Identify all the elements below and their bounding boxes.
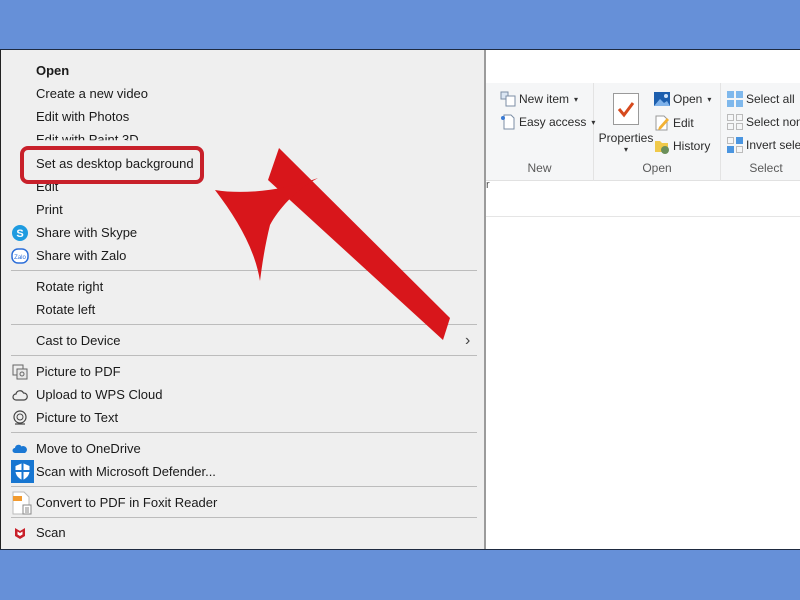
new-item-icon <box>500 91 516 107</box>
screenshot-frame: r New item ▾ Easy access ▾ New Propertie… <box>0 49 800 550</box>
submenu-chevron-right-icon: › <box>465 331 471 349</box>
menu-item-scan[interactable]: Scan <box>1 521 477 544</box>
context-menu: Open Create a new video Edit with Photos… <box>0 50 486 549</box>
edit-label: Edit <box>673 116 694 130</box>
annotation-highlight-box <box>20 146 204 184</box>
new-item-label: New item <box>519 92 570 106</box>
open-label: Open <box>673 92 703 106</box>
menu-item-label: Edit with Photos <box>36 109 130 124</box>
menu-item-cast-to-device[interactable]: Cast to Device › <box>1 329 477 352</box>
open-image-icon <box>654 91 670 107</box>
menu-item-share-with-skype[interactable]: S Share with Skype <box>1 221 477 244</box>
new-item-button[interactable]: New item ▾ <box>500 91 578 107</box>
group-label-new: New <box>527 161 552 175</box>
invert-selection-icon <box>727 137 743 153</box>
history-label: History <box>673 139 711 153</box>
menu-item-print[interactable]: Print <box>1 198 477 221</box>
defender-shield-icon <box>10 460 34 484</box>
ribbon-home-tab: r New item ▾ Easy access ▾ New Propertie… <box>486 83 800 191</box>
select-all-icon <box>727 91 743 107</box>
menu-item-label: Share with Zalo <box>36 248 127 263</box>
menu-item-move-to-onedrive[interactable]: Move to OneDrive <box>1 437 477 460</box>
ribbon-group-select: Select all Select none Invert selection … <box>721 83 800 181</box>
edit-pencil-icon <box>654 115 670 131</box>
menu-item-label: Picture to PDF <box>36 364 121 379</box>
select-all-label: Select all <box>746 92 795 106</box>
menu-separator <box>11 517 477 518</box>
properties-button[interactable]: Properties ▾ <box>598 89 654 159</box>
menu-item-label: Cast to Device <box>36 333 121 348</box>
easy-access-button[interactable]: Easy access ▾ <box>500 114 595 130</box>
menu-separator <box>11 324 477 325</box>
select-none-button[interactable]: Select none <box>727 114 800 130</box>
menu-item-label: Edit with Paint 3D <box>36 132 139 147</box>
select-all-button[interactable]: Select all <box>727 91 795 107</box>
menu-item-label: Print <box>36 202 63 217</box>
file-explorer-window: r New item ▾ Easy access ▾ New Propertie… <box>486 50 800 549</box>
easy-access-label: Easy access <box>519 115 587 129</box>
menu-item-convert-to-pdf-foxit[interactable]: Convert to PDF in Foxit Reader <box>1 491 477 514</box>
menu-item-label: Picture to Text <box>36 410 119 425</box>
foxit-icon <box>10 491 34 515</box>
menu-item-share-with-zalo[interactable]: Zalo Share with Zalo <box>1 244 477 267</box>
menu-item-label: Share with Skype <box>36 225 138 240</box>
easy-access-icon <box>500 114 516 130</box>
menu-item-picture-to-pdf[interactable]: Picture to PDF <box>1 360 477 383</box>
ribbon-group-open: Properties ▾ Open ▾ Edit History Open <box>594 83 721 181</box>
group-label-open: Open <box>642 161 672 175</box>
menu-item-label: Convert to PDF in Foxit Reader <box>36 495 218 510</box>
onedrive-icon <box>11 440 29 458</box>
menu-separator <box>11 270 477 271</box>
menu-item-label: Rotate right <box>36 279 104 294</box>
menu-item-label: Open <box>36 63 70 78</box>
new-item-caret-icon: ▾ <box>574 94 579 104</box>
properties-icon <box>613 93 639 125</box>
properties-label: Properties <box>598 131 654 145</box>
menu-item-label: Move to OneDrive <box>36 441 141 456</box>
menu-item-create-new-video[interactable]: Create a new video <box>1 82 477 105</box>
picture-to-text-icon <box>11 409 29 427</box>
select-none-icon <box>727 114 743 130</box>
menu-item-label: Create a new video <box>36 86 149 101</box>
svg-text:Zalo: Zalo <box>14 255 26 261</box>
select-none-label: Select none <box>746 115 800 129</box>
menu-item-picture-to-text[interactable]: Picture to Text <box>1 406 477 429</box>
ribbon-group-new: New item ▾ Easy access ▾ New <box>486 83 595 181</box>
menu-item-open[interactable]: Open <box>1 59 477 82</box>
menu-separator <box>11 355 477 356</box>
menu-item-scan-with-defender[interactable]: Scan with Microsoft Defender... <box>1 460 477 483</box>
picture-to-pdf-icon <box>11 363 29 381</box>
menu-item-label: Upload to WPS Cloud <box>36 387 163 402</box>
skype-icon: S <box>11 224 29 242</box>
history-icon <box>654 138 670 154</box>
mcafee-icon <box>11 524 29 542</box>
invert-selection-button[interactable]: Invert selection <box>727 137 800 153</box>
zalo-icon: Zalo <box>11 247 29 265</box>
menu-item-rotate-left[interactable]: Rotate left <box>1 298 477 321</box>
menu-item-label: Rotate left <box>36 302 96 317</box>
edit-button[interactable]: Edit <box>654 115 694 131</box>
menu-item-label: Scan with Microsoft Defender... <box>36 464 216 479</box>
menu-separator <box>11 432 477 433</box>
history-button[interactable]: History <box>654 138 710 154</box>
menu-item-label: Scan <box>36 525 66 540</box>
svg-text:S: S <box>16 228 23 240</box>
group-label-select: Select <box>749 161 783 175</box>
menu-separator <box>11 486 477 487</box>
menu-item-rotate-right[interactable]: Rotate right <box>1 275 477 298</box>
properties-caret-icon: ▾ <box>623 145 628 154</box>
cloud-icon <box>11 386 29 404</box>
open-caret-icon: ▾ <box>707 94 712 104</box>
invert-selection-label: Invert selection <box>746 138 800 152</box>
menu-item-edit-with-photos[interactable]: Edit with Photos <box>1 105 477 128</box>
file-list-header-divider <box>486 216 800 217</box>
open-button[interactable]: Open ▾ <box>654 91 711 107</box>
menu-item-upload-to-wps-cloud[interactable]: Upload to WPS Cloud <box>1 383 477 406</box>
